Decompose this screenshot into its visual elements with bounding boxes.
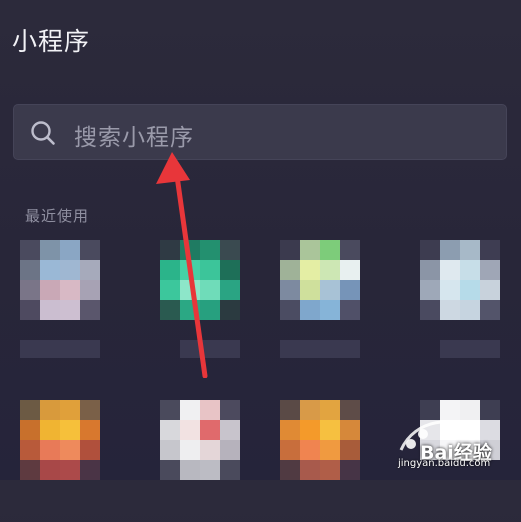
search-icon (31, 121, 55, 145)
mini-program-icon[interactable] (20, 400, 100, 522)
mini-program-icon[interactable] (280, 240, 360, 362)
page-title: 小程序 (12, 27, 91, 56)
mini-program-icon[interactable] (160, 240, 240, 362)
mini-program-icon[interactable] (280, 400, 360, 522)
mini-program-icon[interactable] (20, 240, 100, 362)
search-bar[interactable]: 搜索小程序 (13, 104, 507, 160)
mini-program-icon[interactable] (420, 240, 500, 362)
recent-section-label: 最近使用 (25, 207, 90, 225)
mini-program-icon[interactable] (160, 400, 240, 522)
watermark-url: jingyan.baidu.com (398, 458, 491, 469)
search-placeholder: 搜索小程序 (74, 125, 194, 151)
